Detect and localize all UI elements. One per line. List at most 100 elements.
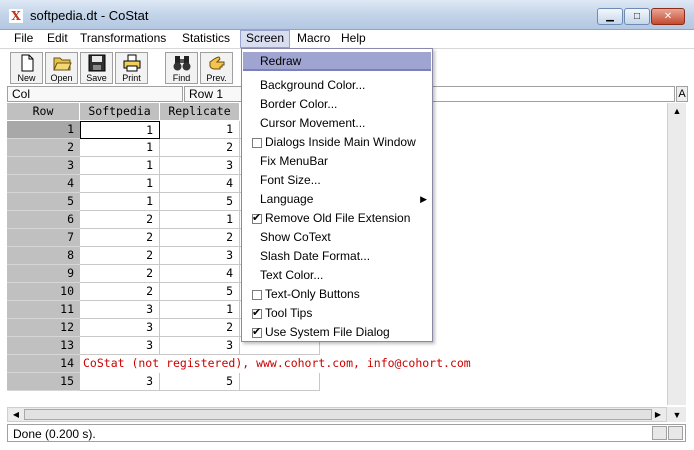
alpha-button[interactable]: A (676, 86, 688, 102)
row-number[interactable]: 12 (7, 319, 80, 337)
vertical-scrollbar[interactable]: ▲ (667, 103, 686, 405)
cell-softpedia[interactable]: 2 (80, 247, 160, 265)
app-icon: X (9, 9, 23, 23)
prev-button[interactable]: Prev. (200, 52, 233, 84)
menu-item-label: Use System File Dialog (265, 325, 390, 339)
menu-edit[interactable]: Edit (42, 30, 73, 48)
menu-item-redraw[interactable]: Redraw (243, 52, 431, 71)
menu-item-label: Language (260, 192, 314, 206)
menu-item-text-color[interactable]: Text Color... (243, 266, 431, 285)
horizontal-scroll-thumb[interactable] (24, 409, 652, 420)
menu-item-fix-menubar[interactable]: Fix MenuBar (243, 152, 431, 171)
menu-file[interactable]: File (9, 30, 38, 48)
cell-softpedia[interactable]: 1 (80, 139, 160, 157)
cell-replicate[interactable]: 1 (160, 211, 240, 229)
print-button[interactable]: Print (115, 52, 148, 84)
cell-replicate[interactable]: 2 (160, 139, 240, 157)
cell-softpedia[interactable]: 2 (80, 211, 160, 229)
cell-softpedia[interactable]: 2 (80, 283, 160, 301)
cell-softpedia[interactable]: 3 (80, 319, 160, 337)
minimize-button[interactable]: ▁ (597, 8, 623, 25)
registration-notice: CoStat (not registered), www.cohort.com,… (80, 355, 667, 373)
menu-item-remove-old-file-extension[interactable]: Remove Old File Extension (243, 209, 431, 228)
menu-item-use-system-file-dialog[interactable]: Use System File Dialog (243, 323, 431, 342)
close-button[interactable]: ✕ (651, 8, 685, 25)
cell-replicate[interactable]: 3 (160, 247, 240, 265)
row-number[interactable]: 7 (7, 229, 80, 247)
cell-softpedia[interactable]: 3 (80, 373, 160, 391)
menu-item-label: Redraw (260, 54, 302, 68)
scroll-down-icon[interactable]: ▼ (670, 409, 684, 421)
find-button[interactable]: Find (165, 52, 198, 84)
menu-item-slash-date-format[interactable]: Slash Date Format... (243, 247, 431, 266)
cell-softpedia[interactable]: 1 (80, 175, 160, 193)
row-number[interactable]: 10 (7, 283, 80, 301)
cell-replicate[interactable]: 2 (160, 229, 240, 247)
new-button[interactable]: New (10, 52, 43, 84)
row-number[interactable]: 14 (7, 355, 80, 373)
row-number[interactable]: 8 (7, 247, 80, 265)
scroll-right-icon[interactable]: ▶ (651, 408, 665, 421)
cell-replicate[interactable]: 4 (160, 265, 240, 283)
save-button[interactable]: Save (80, 52, 113, 84)
header-replicate[interactable]: Replicate (160, 103, 240, 121)
row-number[interactable]: 13 (7, 337, 80, 355)
row-number[interactable]: 15 (7, 373, 80, 391)
submenu-arrow-icon: ▶ (420, 194, 427, 204)
menu-item-label: Text-Only Buttons (265, 287, 360, 301)
menu-item-cursor-movement[interactable]: Cursor Movement... (243, 114, 431, 133)
cell-replicate[interactable]: 3 (160, 337, 240, 355)
menu-item-dialogs-inside-main-window[interactable]: Dialogs Inside Main Window (243, 133, 431, 152)
cell-replicate[interactable]: 5 (160, 373, 240, 391)
cell-replicate[interactable]: 4 (160, 175, 240, 193)
cell-replicate[interactable]: 1 (160, 121, 240, 139)
row-number[interactable]: 9 (7, 265, 80, 283)
menu-screen[interactable]: Screen (240, 30, 291, 48)
row-indicator: Row 1 (184, 86, 249, 102)
menu-help[interactable]: Help (336, 30, 371, 48)
cell-softpedia[interactable]: 1 (80, 193, 160, 211)
menu-item-text-only-buttons[interactable]: Text-Only Buttons (243, 285, 431, 304)
row-number[interactable]: 2 (7, 139, 80, 157)
row-number[interactable]: 11 (7, 301, 80, 319)
row-number[interactable]: 1 (7, 121, 80, 139)
cell-softpedia[interactable]: 2 (80, 229, 160, 247)
cell-empty[interactable] (240, 373, 320, 391)
open-button[interactable]: Open (45, 52, 78, 84)
menu-item-label: Background Color... (260, 78, 366, 92)
row-number[interactable]: 5 (7, 193, 80, 211)
scroll-left-icon[interactable]: ◀ (9, 408, 23, 421)
prev-hand-icon (209, 56, 224, 70)
menu-item-language[interactable]: Language ▶ (243, 190, 431, 209)
cell-replicate[interactable]: 1 (160, 301, 240, 319)
menu-transformations[interactable]: Transformations (75, 30, 171, 48)
menu-item-background-color[interactable]: Background Color... (243, 76, 431, 95)
cell-replicate[interactable]: 2 (160, 319, 240, 337)
cell-softpedia[interactable]: 1 (80, 121, 160, 139)
header-softpedia[interactable]: Softpedia (80, 103, 160, 121)
cell-replicate[interactable]: 5 (160, 283, 240, 301)
cell-replicate[interactable]: 5 (160, 193, 240, 211)
status-indicator-1 (652, 426, 667, 440)
menu-item-tool-tips[interactable]: Tool Tips (243, 304, 431, 323)
cell-softpedia[interactable]: 3 (80, 301, 160, 319)
header-row[interactable]: Row (7, 103, 80, 121)
save-label: Save (86, 73, 107, 83)
row-number[interactable]: 4 (7, 175, 80, 193)
scroll-up-icon[interactable]: ▲ (670, 104, 684, 118)
column-indicator: Col (7, 86, 183, 102)
menu-item-border-color[interactable]: Border Color... (243, 95, 431, 114)
menu-statistics[interactable]: Statistics (177, 30, 235, 48)
cell-softpedia[interactable]: 3 (80, 337, 160, 355)
cell-replicate[interactable]: 3 (160, 157, 240, 175)
menu-item-font-size[interactable]: Font Size... (243, 171, 431, 190)
row-number[interactable]: 3 (7, 157, 80, 175)
horizontal-scrollbar[interactable]: ◀ ▶ (7, 407, 667, 422)
checkbox-unchecked-icon (252, 290, 262, 300)
cell-softpedia[interactable]: 1 (80, 157, 160, 175)
maximize-button[interactable]: □ (624, 8, 650, 25)
menu-macro[interactable]: Macro (292, 30, 335, 48)
cell-softpedia[interactable]: 2 (80, 265, 160, 283)
menu-item-show-cotext[interactable]: Show CoText (243, 228, 431, 247)
row-number[interactable]: 6 (7, 211, 80, 229)
